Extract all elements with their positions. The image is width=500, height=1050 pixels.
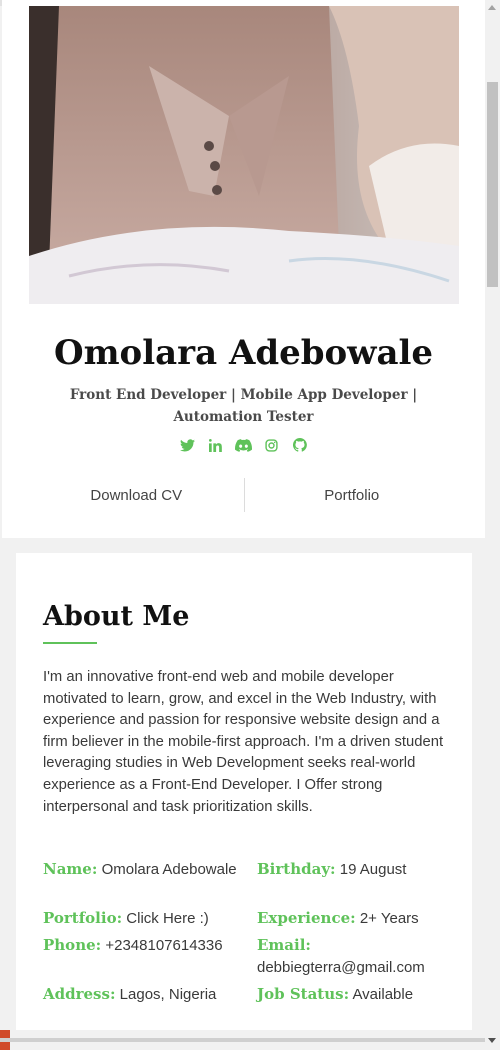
info-email-label: Email: [257,936,311,954]
info-experience-label: Experience: [257,909,356,927]
about-card: About Me I'm an innovative front-end web… [16,553,472,1050]
scroll-down-icon[interactable] [488,1038,496,1043]
info-experience: Experience: 2+ Years [257,907,457,930]
about-text: I'm an innovative front-end web and mobi… [43,669,444,815]
info-address-label: Address: [43,985,116,1003]
download-cv-button[interactable]: Download CV [29,478,244,512]
bottom-status-strip [0,1030,485,1050]
profile-actions: Download CV Portfolio [29,478,459,512]
info-name: Name: Omolara Adebowale [43,858,243,881]
info-job-status: Job Status: Available [257,983,457,1006]
info-phone: Phone: +2348107614336 [43,934,243,957]
info-job-status-label: Job Status: [257,985,350,1003]
info-phone-value: +2348107614336 [105,937,223,954]
portfolio-button[interactable]: Portfolio [245,478,460,512]
profile-name: Omolara Adebowale [53,333,434,373]
scrollbar-thumb[interactable] [487,82,498,287]
discord-icon[interactable] [235,436,253,454]
info-birthday-label: Birthday: [257,860,336,878]
profile-card: Omolara Adebowale Front End Developer | … [2,0,485,538]
about-title-underline [43,642,97,644]
profile-photo [29,6,459,304]
status-strip [0,1038,485,1042]
info-birthday-value: 19 August [339,861,407,878]
info-portfolio-label: Portfolio: [43,909,123,927]
info-address-value: Lagos, Nigeria [119,986,217,1003]
github-icon[interactable] [291,436,309,454]
info-phone-label: Phone: [43,936,102,954]
about-title: About Me [43,601,190,632]
social-links [2,436,485,454]
profile-roles: Front End Developer | Mobile App Develop… [69,387,418,425]
scroll-up-icon[interactable] [488,5,496,10]
info-email: Email: debbiegterra@gmail.com [257,934,457,979]
info-name-value: Omolara Adebowale [101,861,237,878]
linkedin-icon[interactable] [207,436,225,454]
twitter-icon[interactable] [179,436,197,454]
vertical-scrollbar[interactable] [485,0,500,1050]
info-experience-value: 2+ Years [359,910,419,927]
info-address: Address: Lagos, Nigeria [43,983,243,1006]
info-job-status-value: Available [352,986,414,1003]
info-portfolio-link[interactable]: Click Here :) [126,910,209,927]
info-email-value: debbiegterra@gmail.com [257,959,425,976]
info-portfolio: Portfolio: Click Here :) [43,907,243,930]
info-name-label: Name: [43,860,98,878]
info-birthday: Birthday: 19 August [257,858,457,881]
instagram-icon[interactable] [263,436,281,454]
